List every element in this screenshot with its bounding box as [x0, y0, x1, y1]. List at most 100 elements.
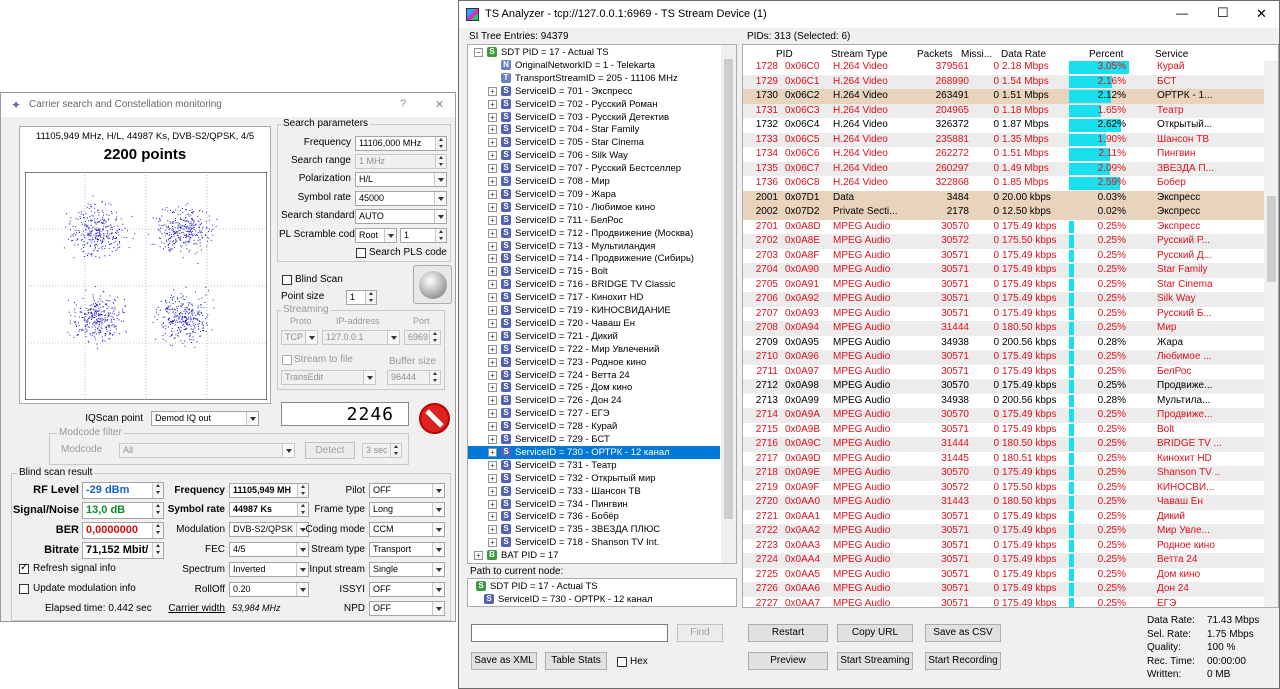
pid-row[interactable]: 2714 0x0A9A MPEG Audio 30570 0 175.49 kbps 0.2… — [743, 408, 1264, 423]
expand-icon[interactable]: + — [488, 202, 497, 212]
pid-row[interactable]: 1733 0x06C5 H.264 Video 235881 0 1.35 Mbps 1.9… — [743, 132, 1264, 147]
start-streaming-button[interactable]: Start Streaming — [837, 652, 913, 670]
expand-icon[interactable]: + — [488, 86, 497, 96]
tree-node[interactable]: + S ServiceID = 730 - ОРТРК - 12 канал — [468, 445, 720, 459]
frame-type-select[interactable]: Long — [369, 502, 445, 517]
path-node[interactable]: S SDT PID = 17 - Actual TS — [468, 580, 736, 593]
tree-node[interactable]: + S ServiceID = 704 - Star Family — [468, 123, 720, 136]
tree-node[interactable]: + S ServiceID = 728 - Курай — [468, 420, 720, 433]
pid-row[interactable]: 2703 0x0A8F MPEG Audio 30571 0 175.49 kbps 0.2… — [743, 248, 1264, 263]
tree-node[interactable]: + S ServiceID = 707 - Русский Бестселлер — [468, 162, 720, 175]
expand-icon[interactable]: + — [488, 409, 497, 419]
pid-row[interactable]: 2723 0x0AA3 MPEG Audio 30571 0 175.49 kbps 0.2… — [743, 538, 1264, 553]
tree-node[interactable]: + S ServiceID = 714 - Продвижение (Сибирь) — [468, 252, 720, 265]
pid-row[interactable]: 1729 0x06C1 H.264 Video 268990 0 1.54 Mbps 2.1… — [743, 74, 1264, 89]
expand-icon[interactable]: + — [488, 357, 497, 367]
pid-row[interactable]: 2709 0x0A95 MPEG Audio 34938 0 200.56 kbps 0.2… — [743, 335, 1264, 350]
restart-button[interactable]: Restart — [748, 624, 828, 642]
tree-node[interactable]: N OriginalNetworkID = 1 - Telekarta — [468, 59, 720, 72]
symbol-rate-select[interactable]: 45000 — [355, 191, 447, 206]
tree-node[interactable]: + S ServiceID = 733 - Шансон ТВ — [468, 485, 720, 498]
pid-row[interactable]: 2721 0x0AA1 MPEG Audio 30571 0 175.49 kbps 0.2… — [743, 509, 1264, 524]
tree-node[interactable]: + S ServiceID = 720 - Чаваш Ен — [468, 317, 720, 330]
pid-scroll-thumb[interactable] — [1267, 196, 1276, 282]
tree-node[interactable]: + S ServiceID = 712 - Продвижение (Москва) — [468, 227, 720, 240]
coding-mode-select[interactable]: CCM — [369, 522, 445, 537]
expand-icon[interactable]: + — [488, 460, 497, 470]
tree-node[interactable]: + S ServiceID = 736 - Бобёр — [468, 510, 720, 523]
refresh-signal-checkbox[interactable] — [19, 562, 29, 574]
expand-icon[interactable]: + — [488, 254, 497, 264]
expand-icon[interactable]: + — [488, 189, 497, 199]
tree-scroll-thumb[interactable] — [724, 59, 733, 519]
minimize-icon[interactable]: — — [1176, 6, 1188, 20]
tree-node[interactable]: + S ServiceID = 701 - Экспресс — [468, 85, 720, 98]
stream-to-file-checkbox[interactable] — [282, 355, 292, 365]
pid-row[interactable]: 2001 0x07D1 Data 3484 0 20.00 kbps 0.03% Экспре… — [743, 190, 1264, 205]
expand-icon[interactable]: + — [488, 447, 497, 457]
pid-row[interactable]: 2705 0x0A91 MPEG Audio 30571 0 175.49 kbps 0.2… — [743, 277, 1264, 292]
tree-node[interactable]: + S ServiceID = 721 - Дикий — [468, 330, 720, 343]
pid-row[interactable]: 2724 0x0AA4 MPEG Audio 30571 0 175.49 kbps 0.2… — [743, 553, 1264, 568]
pid-row[interactable]: 2722 0x0AA2 MPEG Audio 30571 0 175.49 kbps 0.2… — [743, 524, 1264, 539]
fec-select[interactable]: 4/5 — [229, 542, 309, 557]
tree-node[interactable]: + S ServiceID = 724 - Ветта 24 — [468, 369, 720, 382]
expand-icon[interactable]: + — [488, 525, 497, 535]
detect-button[interactable]: Detect — [305, 442, 355, 459]
expand-icon[interactable]: + — [488, 125, 497, 135]
tree-node[interactable]: + S ServiceID = 715 - Bolt — [468, 265, 720, 278]
pid-table[interactable]: PID Stream Type Packets Missi... Data Ra… — [742, 44, 1279, 608]
maximize-icon[interactable]: ☐ — [1217, 5, 1229, 21]
tree-node[interactable]: + S ServiceID = 716 - BRIDGE TV Classic — [468, 278, 720, 291]
expand-icon[interactable]: + — [488, 512, 497, 522]
save-xml-button[interactable]: Save as XML — [471, 652, 537, 670]
pid-row[interactable]: 2720 0x0AA0 MPEG Audio 31443 0 180.50 kbps 0.2… — [743, 495, 1264, 510]
search-pls-checkbox[interactable] — [356, 248, 366, 258]
expand-icon[interactable]: + — [488, 151, 497, 161]
stream-file-select[interactable]: TransEdit — [281, 370, 376, 385]
tree-node[interactable]: + S ServiceID = 726 - Дон 24 — [468, 394, 720, 407]
port-input[interactable]: 6969 — [404, 330, 441, 345]
tree-node[interactable]: + S ServiceID = 734 - Пингвин — [468, 498, 720, 511]
save-csv-button[interactable]: Save as CSV — [925, 624, 1001, 642]
pid-row[interactable]: 2727 0x0AA7 MPEG Audio 30571 0 175.49 kbps 0.2… — [743, 596, 1264, 607]
pid-row[interactable]: 2701 0x0A8D MPEG Audio 30570 0 175.49 kbps 0.2… — [743, 219, 1264, 234]
expand-icon[interactable]: + — [488, 422, 497, 432]
expand-icon[interactable]: + — [488, 473, 497, 483]
tree-node[interactable]: + S ServiceID = 731 - Театр — [468, 459, 720, 472]
expand-icon[interactable]: + — [488, 486, 497, 496]
tree-node[interactable]: + S ServiceID = 718 - Shanson TV Int. — [468, 536, 720, 549]
expand-icon[interactable]: + — [488, 435, 497, 444]
pid-row[interactable]: 1731 0x06C3 H.264 Video 204965 0 1.18 Mbps 1.6… — [743, 103, 1264, 118]
pid-row[interactable]: 2704 0x0A90 MPEG Audio 30571 0 175.49 kbps 0.2… — [743, 263, 1264, 278]
tree-node[interactable]: + S ServiceID = 727 - ЕГЭ — [468, 407, 720, 420]
stop-button[interactable] — [418, 402, 451, 435]
blind-scan-checkbox[interactable] — [282, 275, 292, 285]
copy-url-button[interactable]: Copy URL — [837, 624, 913, 642]
pid-row[interactable]: 2717 0x0A9D MPEG Audio 31445 0 180.51 kbps 0.2… — [743, 451, 1264, 466]
tree-node[interactable]: − S SDT PID = 17 - Actual TS — [468, 46, 720, 59]
pid-row[interactable]: 1732 0x06C4 H.264 Video 326372 0 1.87 Mbps 2.6… — [743, 118, 1264, 133]
pid-scrollbar[interactable] — [1264, 62, 1278, 607]
tree-node[interactable]: + S ServiceID = 723 - Родное кино — [468, 356, 720, 369]
ip-address-select[interactable]: 127.0.0.1 — [322, 330, 400, 345]
proto-select[interactable]: TCP — [281, 330, 318, 345]
expand-icon[interactable]: + — [488, 370, 497, 380]
pid-row[interactable]: 2715 0x0A9B MPEG Audio 30571 0 175.49 kbps 0.2… — [743, 422, 1264, 437]
pid-row[interactable]: 2713 0x0A99 MPEG Audio 34938 0 200.56 kbps 0.2… — [743, 393, 1264, 408]
pid-row[interactable]: 2711 0x0A97 MPEG Audio 30571 0 175.49 kbps 0.2… — [743, 364, 1264, 379]
input-stream-select[interactable]: Single — [369, 562, 445, 577]
expand-icon[interactable]: + — [488, 228, 497, 238]
pid-row[interactable]: 1734 0x06C6 H.264 Video 262272 0 1.51 Mbps 2.1… — [743, 147, 1264, 162]
expand-icon[interactable]: + — [488, 267, 497, 277]
tree-node[interactable]: + S ServiceID = 711 - БелРос — [468, 214, 720, 227]
path-node[interactable]: S ServiceID = 730 - ОРТРК - 12 канал — [468, 593, 736, 606]
pid-row[interactable]: 2718 0x0A9E MPEG Audio 30570 0 175.49 kbps 0.2… — [743, 466, 1264, 481]
find-button[interactable]: Find — [677, 624, 723, 642]
detect-seconds-select[interactable]: 3 sec — [362, 443, 402, 458]
pid-row[interactable]: 1730 0x06C2 H.264 Video 263491 0 1.51 Mbps 2.1… — [743, 89, 1264, 104]
expand-icon[interactable]: + — [488, 164, 497, 174]
pid-row[interactable]: 2710 0x0A96 MPEG Audio 30571 0 175.49 kbps 0.2… — [743, 350, 1264, 365]
tree-node[interactable]: + S ServiceID = 717 - Кинохит HD — [468, 291, 720, 304]
update-modulation-checkbox[interactable] — [19, 584, 29, 594]
